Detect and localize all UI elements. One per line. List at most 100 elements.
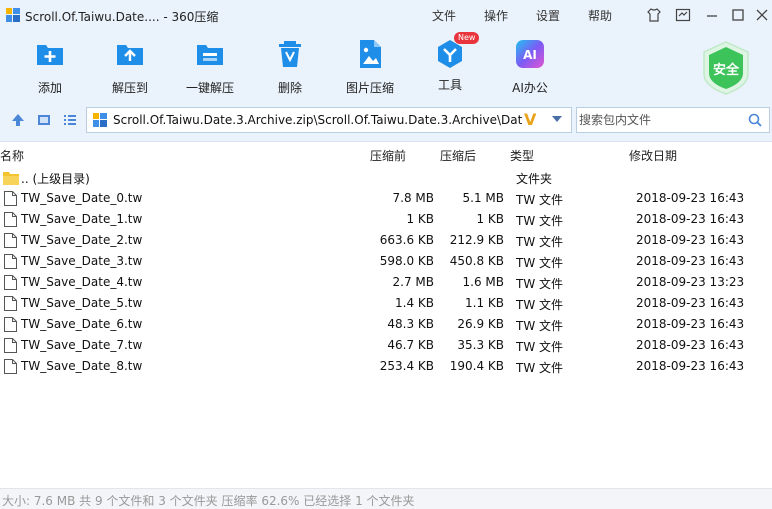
search-icon[interactable]: [747, 112, 763, 128]
column-name[interactable]: 名称: [0, 147, 24, 164]
column-packed[interactable]: 压缩后: [440, 147, 476, 164]
file-packed-size: 190.4 KB: [449, 359, 504, 373]
path-dropdown-icon[interactable]: [552, 116, 562, 122]
file-row[interactable]: TW_Save_Date_3.tw 598.0 KB 450.8 KB TW 文件 20…: [0, 251, 772, 272]
column-size[interactable]: 压缩前: [370, 147, 406, 164]
ai-office-label: AI办公: [512, 81, 548, 95]
file-size: 2.7 MB: [392, 275, 434, 289]
status-text: 大小: 7.6 MB 共 9 个文件和 3 个文件夹 压缩率 62.6% 已经选…: [2, 494, 415, 508]
search-input[interactable]: [579, 111, 739, 129]
file-name: TW_Save_Date_8.tw: [21, 359, 143, 373]
file-row[interactable]: TW_Save_Date_8.tw 253.4 KB 190.4 KB TW 文件 20…: [0, 356, 772, 377]
file-icon: [4, 338, 17, 353]
file-modified: 2018-09-23 16:43: [636, 254, 745, 268]
list-view-icon[interactable]: [62, 112, 78, 128]
file-packed-size: 1.1 KB: [465, 296, 504, 310]
file-icon: [4, 296, 17, 311]
menu-file[interactable]: 文件: [432, 7, 456, 24]
file-packed-size: 450.8 KB: [449, 254, 504, 268]
file-modified: 2018-09-23 13:23: [636, 275, 745, 289]
add-label: 添加: [37, 81, 62, 95]
file-row[interactable]: TW_Save_Date_4.tw 2.7 MB 1.6 MB TW 文件 2018-0…: [0, 272, 772, 293]
parent-folder-row[interactable]: .. (上级目录) 文件夹: [0, 167, 772, 188]
app-logo-icon: [6, 8, 20, 22]
path-check-icon[interactable]: V: [524, 110, 536, 129]
column-header: 名称 压缩前 压缩后 类型 修改日期: [0, 143, 772, 165]
column-modified[interactable]: 修改日期: [629, 147, 677, 164]
file-row[interactable]: TW_Save_Date_1.tw 1 KB 1 KB TW 文件 2018-09-23…: [0, 209, 772, 230]
zip-file-icon: [93, 113, 107, 127]
file-row[interactable]: TW_Save_Date_2.tw 663.6 KB 212.9 KB TW 文件 20…: [0, 230, 772, 251]
file-type: TW 文件: [516, 319, 564, 333]
minimize-icon[interactable]: [704, 7, 720, 23]
delete-icon: [279, 41, 301, 67]
file-size: 7.8 MB: [392, 191, 434, 205]
file-row[interactable]: TW_Save_Date_5.tw 1.4 KB 1.1 KB TW 文件 2018-0…: [0, 293, 772, 314]
file-size: 48.3 KB: [387, 317, 434, 331]
feedback-icon[interactable]: [675, 7, 691, 23]
safe-badge[interactable]: 安全: [700, 40, 752, 96]
extract-to-button[interactable]: 解压到: [90, 38, 170, 96]
file-size: 1 KB: [406, 212, 434, 226]
folder-icon: [3, 172, 19, 185]
ai-glyph: AI: [523, 48, 537, 62]
menu-settings[interactable]: 设置: [536, 7, 560, 24]
file-icon: [4, 359, 17, 374]
menu-help[interactable]: 帮助: [588, 7, 612, 24]
maximize-icon[interactable]: [730, 7, 746, 23]
file-modified: 2018-09-23 16:43: [636, 338, 745, 352]
file-size: 598.0 KB: [379, 254, 434, 268]
extract-to-label: 解压到: [111, 81, 148, 95]
close-icon[interactable]: [754, 7, 770, 23]
file-row[interactable]: TW_Save_Date_7.tw 46.7 KB 35.3 KB TW 文件 2018…: [0, 335, 772, 356]
new-badge: New: [454, 32, 480, 44]
ai-office-button[interactable]: AI AI办公: [490, 38, 570, 96]
add-button[interactable]: 添加: [10, 38, 90, 96]
file-size: 253.4 KB: [379, 359, 434, 373]
image-compress-icon: [360, 40, 381, 68]
address-bar: Scroll.Of.Taiwu.Date.3.Archive.zip\Scrol…: [0, 100, 772, 142]
path-field[interactable]: Scroll.Of.Taiwu.Date.3.Archive.zip\Scrol…: [86, 107, 572, 133]
delete-label: 删除: [277, 81, 302, 95]
file-type: TW 文件: [516, 277, 564, 291]
file-icon: [4, 191, 17, 206]
image-compress-button[interactable]: 图片压缩: [330, 38, 410, 96]
file-modified: 2018-09-23 16:43: [636, 191, 745, 205]
file-type: TW 文件: [516, 298, 564, 312]
delete-button[interactable]: 删除: [250, 38, 330, 96]
skin-icon[interactable]: [646, 7, 662, 23]
file-modified: 2018-09-23 16:43: [636, 296, 745, 310]
search-box[interactable]: [576, 107, 770, 133]
file-packed-size: 5.1 MB: [462, 191, 504, 205]
file-name: TW_Save_Date_7.tw: [21, 338, 143, 352]
up-folder-icon[interactable]: [10, 112, 26, 128]
thumbnail-view-icon[interactable]: [36, 112, 52, 128]
file-type: TW 文件: [516, 256, 564, 270]
file-row[interactable]: TW_Save_Date_0.tw 7.8 MB 5.1 MB TW 文件 2018-0…: [0, 188, 772, 209]
file-icon: [4, 212, 17, 227]
file-packed-size: 212.9 KB: [449, 233, 504, 247]
path-text: Scroll.Of.Taiwu.Date.3.Archive.zip\Scrol…: [113, 113, 523, 127]
tools-button[interactable]: New 工具: [410, 32, 490, 93]
file-name: TW_Save_Date_6.tw: [21, 317, 143, 331]
file-type: TW 文件: [516, 214, 564, 228]
file-list: .. (上级目录) 文件夹 TW_Save_Date_0.tw 7.8 MB 5.1…: [0, 167, 772, 377]
safe-label: 安全: [712, 63, 739, 78]
file-name: TW_Save_Date_0.tw: [21, 191, 143, 205]
file-icon: [4, 275, 17, 290]
file-type: TW 文件: [516, 340, 564, 354]
file-row[interactable]: TW_Save_Date_6.tw 48.3 KB 26.9 KB TW 文件 2018…: [0, 314, 772, 335]
parent-folder-name: .. (上级目录): [21, 172, 90, 186]
file-type: TW 文件: [516, 193, 564, 207]
menu-operation[interactable]: 操作: [484, 7, 508, 24]
file-packed-size: 35.3 KB: [457, 338, 504, 352]
file-packed-size: 1.6 MB: [462, 275, 504, 289]
one-click-extract-button[interactable]: 一键解压: [170, 38, 250, 96]
file-icon: [4, 317, 17, 332]
file-icon: [4, 233, 17, 248]
file-size: 663.6 KB: [379, 233, 434, 247]
file-modified: 2018-09-23 16:43: [636, 317, 745, 331]
one-click-extract-icon: [197, 45, 223, 65]
column-type[interactable]: 类型: [510, 147, 534, 164]
parent-folder-type: 文件夹: [516, 172, 553, 186]
